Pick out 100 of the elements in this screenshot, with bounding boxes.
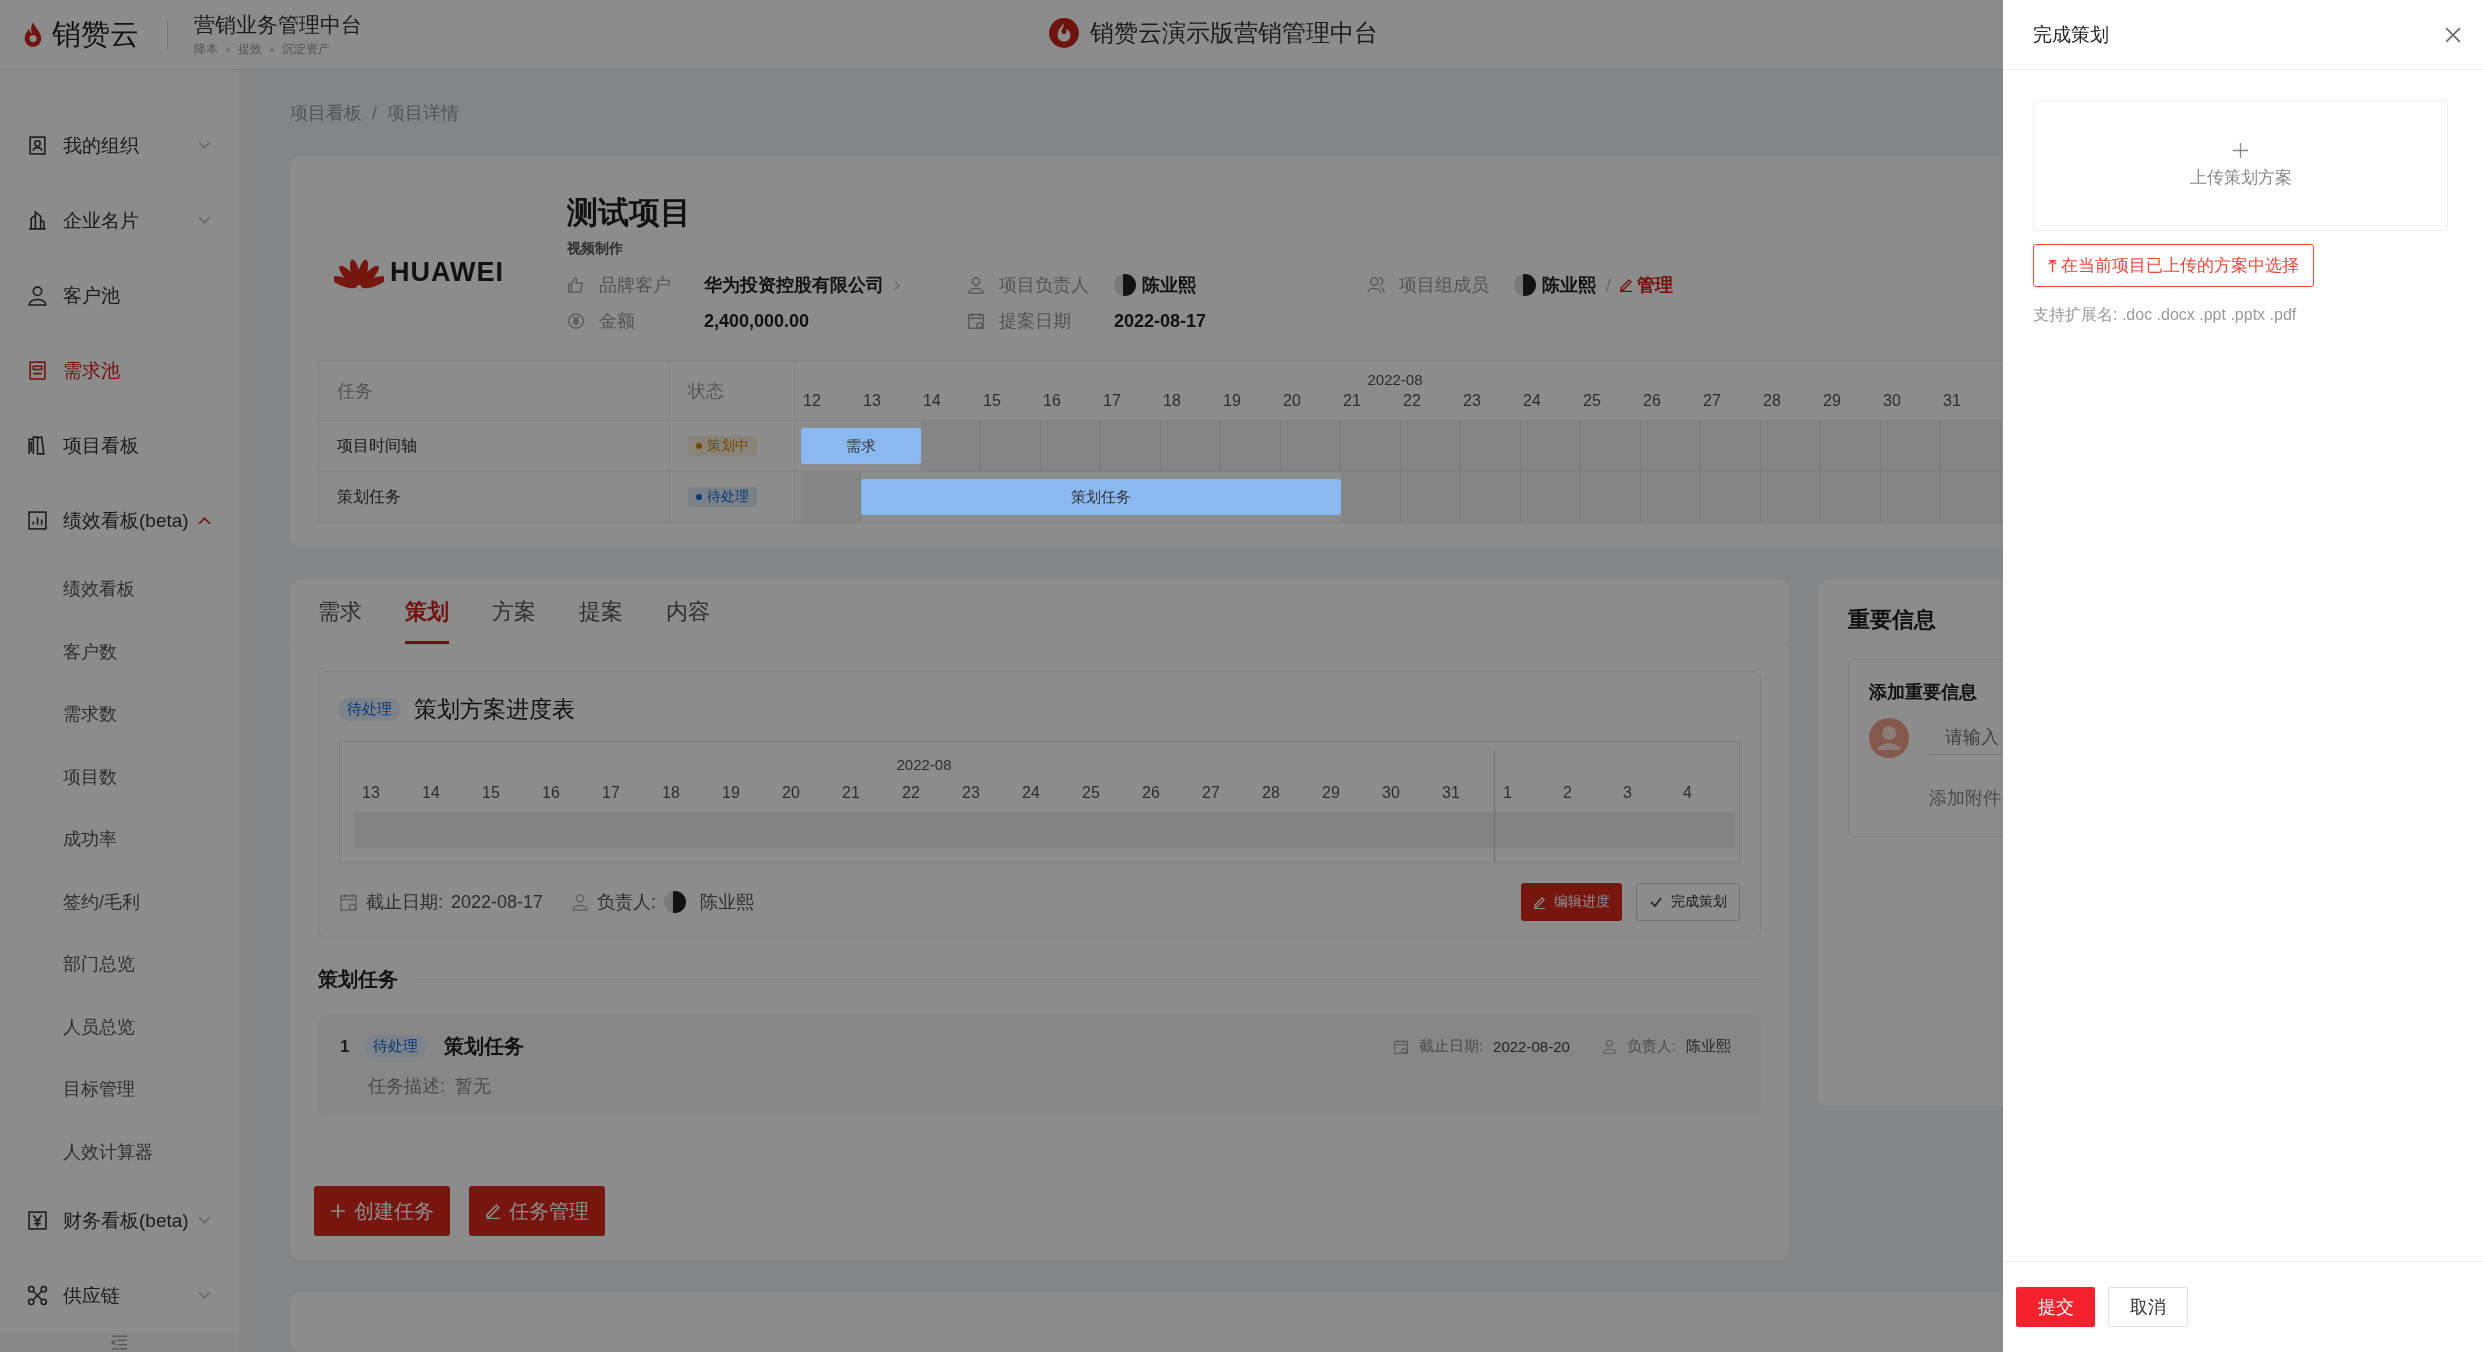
app-title: 销赞云演示版营销管理中台	[1090, 18, 1378, 48]
breadcrumb-separator: /	[372, 102, 377, 124]
day-label: 2	[1562, 783, 1573, 802]
manage-link[interactable]: 管理	[1619, 273, 1673, 297]
sidebar-subitem[interactable]: 人效计算器	[0, 1120, 239, 1183]
sidebar-subitem[interactable]: 目标管理	[0, 1058, 239, 1121]
sidebar-item[interactable]: 供应链	[0, 1258, 239, 1333]
yen-icon	[27, 1210, 48, 1231]
sidebar-subitem[interactable]: 客户数	[0, 620, 239, 683]
owner-label: 负责人:	[1626, 1037, 1676, 1056]
project-title: 测试项目	[567, 194, 692, 232]
logo-text: 销赞云	[52, 16, 139, 52]
complete-planning-button[interactable]: 完成策划	[1636, 883, 1740, 921]
description-label: 任务描述:	[368, 1075, 445, 1098]
network-icon	[27, 1285, 48, 1306]
tab[interactable]: 方案	[492, 579, 536, 644]
user-icon	[967, 276, 985, 294]
yen-circle-icon	[567, 312, 585, 330]
cancel-button[interactable]: 取消	[2108, 1287, 2188, 1327]
status-tag: 待处理	[365, 1035, 427, 1058]
day-label: 21	[841, 783, 861, 802]
day-label: 27	[1702, 392, 1722, 410]
field-label: 项目负责人	[999, 274, 1090, 297]
sidebar-item[interactable]: 需求池	[0, 333, 239, 408]
user-icon	[27, 285, 48, 306]
upload-area[interactable]: 上传策划方案	[2033, 100, 2448, 231]
day-label: 18	[1162, 392, 1182, 410]
sidebar-item[interactable]: 我的组织	[0, 108, 239, 183]
day-label: 18	[661, 783, 681, 802]
client-link[interactable]: 华为投资控股有限公司	[704, 273, 884, 297]
day-label: 21	[1342, 392, 1362, 410]
sidebar-subitem[interactable]: 签约/毛利	[0, 870, 239, 933]
brand-logo-text: HUAWEI	[390, 256, 504, 288]
avatar-icon	[1514, 274, 1536, 296]
day-label: 22	[901, 783, 921, 802]
tab[interactable]: 提案	[579, 579, 623, 644]
edit-icon	[1619, 278, 1633, 292]
sidebar-item[interactable]: 企业名片	[0, 183, 239, 258]
create-task-button[interactable]: 创建任务	[314, 1186, 450, 1236]
tab[interactable]: 需求	[318, 579, 362, 644]
day-label: 15	[481, 783, 501, 802]
tab[interactable]: 内容	[666, 579, 710, 644]
day-label: 24	[1021, 783, 1041, 802]
column-header: 状态	[687, 379, 725, 403]
progress-title: 策划方案进度表	[414, 695, 575, 724]
chevron-right-icon	[894, 279, 901, 291]
check-icon	[1649, 895, 1663, 909]
day-label: 23	[961, 783, 981, 802]
deadline-value: 2022-08-20	[1493, 1038, 1570, 1055]
sidebar-item[interactable]: 绩效看板(beta)	[0, 483, 239, 558]
day-label: 13	[361, 783, 381, 802]
users-icon	[1367, 276, 1385, 294]
day-label: 14	[421, 783, 441, 802]
day-label: 28	[1261, 783, 1281, 802]
system-title: 营销业务管理中台	[194, 12, 362, 38]
day-label: 23	[1462, 392, 1482, 410]
day-label: 26	[1642, 392, 1662, 410]
day-label: 4	[1682, 783, 1693, 802]
sidebar-item[interactable]: 财务看板(beta)	[0, 1183, 239, 1258]
day-label: 29	[1321, 783, 1341, 802]
sidebar-subitem[interactable]: 项目数	[0, 745, 239, 808]
separator-text: /	[1606, 274, 1611, 296]
day-label: 1	[1502, 783, 1513, 802]
task-management-button[interactable]: 任务管理	[469, 1186, 605, 1236]
day-label: 16	[1042, 392, 1062, 410]
add-info-title: 添加重要信息	[1869, 681, 1978, 704]
sidebar-subitem[interactable]: 成功率	[0, 808, 239, 871]
sidebar-subitem[interactable]: 部门总览	[0, 933, 239, 996]
sidebar-subitem[interactable]: 人员总览	[0, 995, 239, 1058]
submit-button[interactable]: 提交	[2016, 1287, 2095, 1327]
sidebar-subitem[interactable]: 绩效看板	[0, 558, 239, 621]
edit-icon	[485, 1203, 501, 1219]
calendar-icon	[1392, 1038, 1409, 1055]
calendar-icon	[339, 892, 358, 912]
flame-logo-icon	[22, 20, 44, 49]
sidebar-subitem[interactable]: 需求数	[0, 683, 239, 746]
month-label: 2022-08	[1366, 371, 1424, 388]
edit-progress-button[interactable]: 编辑进度	[1521, 883, 1622, 921]
select-existing-button[interactable]: 在当前项目已上传的方案中选择	[2033, 244, 2314, 287]
field-label: 提案日期	[999, 310, 1072, 333]
field-label: 品牌客户	[599, 274, 672, 297]
sidebar-item[interactable]: 项目看板	[0, 408, 239, 483]
day-label: 19	[721, 783, 741, 802]
contact-card-icon	[27, 135, 48, 156]
field-value: 2,400,000.00	[704, 310, 810, 332]
calendar-icon	[967, 312, 985, 330]
document-icon	[27, 360, 48, 381]
attachment-label: 添加附件	[1929, 787, 2002, 810]
day-label: 3	[1622, 783, 1633, 802]
tab[interactable]: 策划	[405, 579, 449, 644]
day-label: 19	[1222, 392, 1242, 410]
day-label: 13	[862, 392, 882, 410]
project-type: 视频制作	[567, 240, 624, 258]
day-label: 20	[1282, 392, 1302, 410]
swirl-logo-icon	[1048, 17, 1080, 49]
day-label: 28	[1762, 392, 1782, 410]
sidebar-item[interactable]: 客户池	[0, 258, 239, 333]
plus-icon	[330, 1203, 346, 1219]
close-icon[interactable]	[2445, 26, 2461, 43]
field-value: 2022-08-17	[1114, 310, 1207, 332]
